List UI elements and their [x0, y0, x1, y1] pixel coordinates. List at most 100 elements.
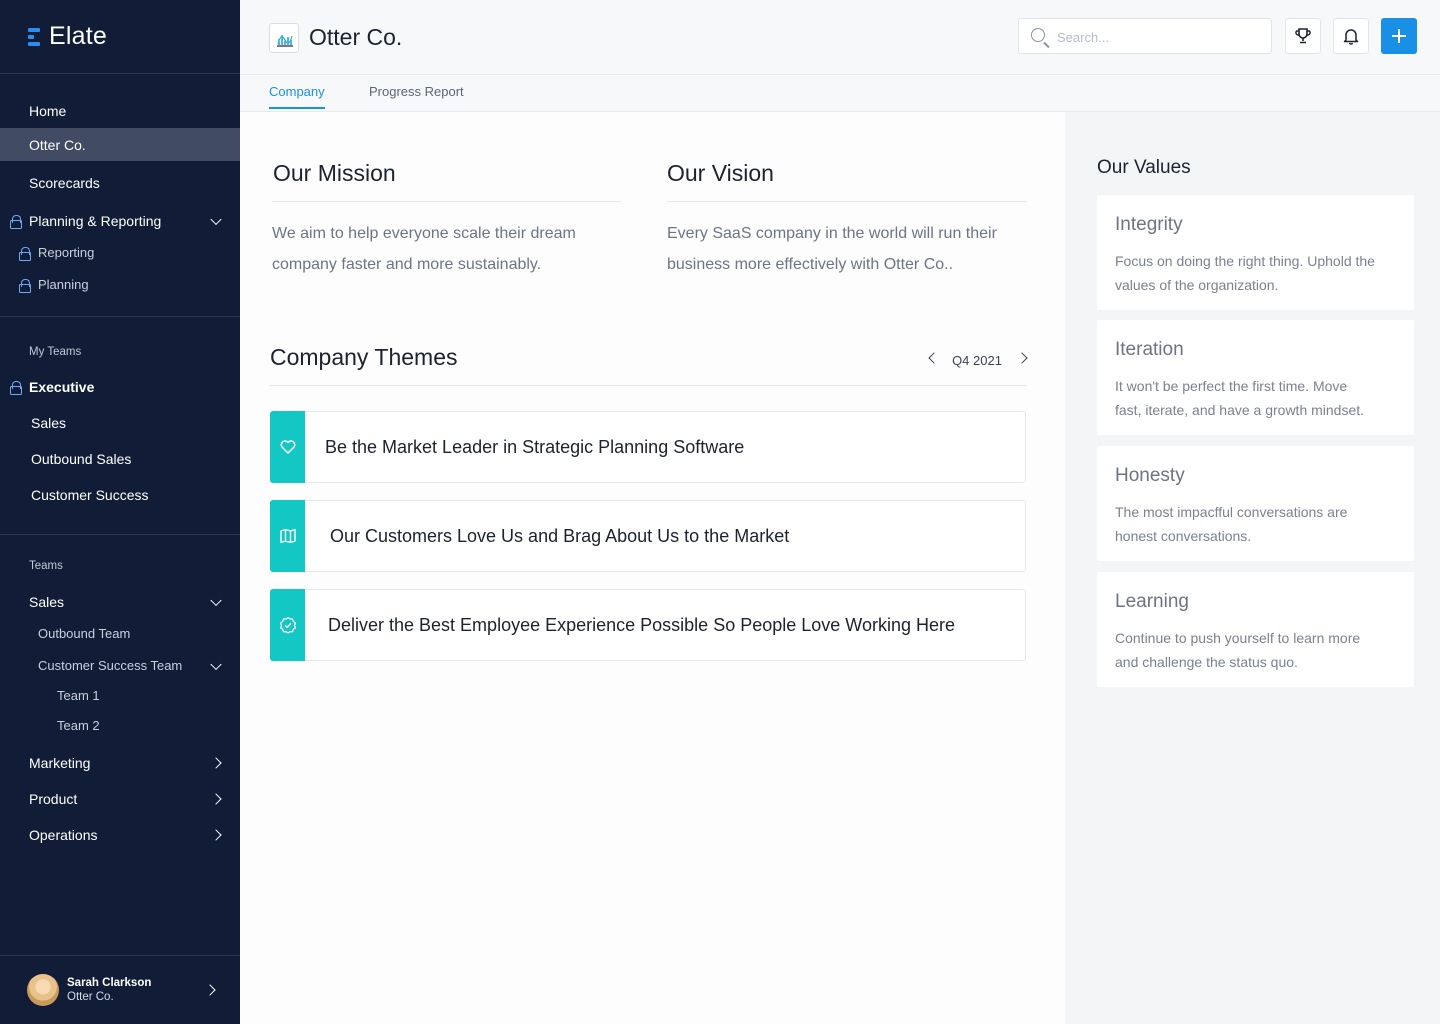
sidebar-item-marketing[interactable]: Marketing	[0, 746, 240, 779]
trophy-icon	[1295, 28, 1311, 44]
value-description: Continue to push yourself to learn more …	[1115, 626, 1400, 674]
chevron-down-icon[interactable]	[210, 213, 222, 225]
period-selector[interactable]: Q4 2021	[927, 350, 1027, 370]
brand-name: Elate	[49, 22, 107, 50]
chevron-right-icon[interactable]	[210, 792, 222, 805]
chevron-down-icon[interactable]	[210, 658, 222, 670]
theme-card[interactable]: Be the Market Leader in Strategic Planni…	[270, 411, 1026, 483]
tab-progress-report[interactable]: Progress Report	[369, 84, 464, 107]
chevron-right-icon[interactable]	[210, 756, 222, 769]
value-name: Iteration	[1115, 339, 1184, 360]
theme-icon-bar	[270, 589, 305, 661]
vision-text: Every SaaS company in the world will run…	[667, 218, 997, 280]
avatar	[27, 974, 59, 1006]
theme-text: Be the Market Leader in Strategic Planni…	[325, 437, 745, 457]
profile-org: Otter Co.	[67, 991, 114, 1003]
value-description: It won't be perfect the first time. Move…	[1115, 374, 1400, 422]
value-name: Honesty	[1115, 465, 1185, 486]
sidebar-divider	[0, 534, 240, 535]
values-title: Our Values	[1097, 157, 1191, 178]
lock-icon	[19, 278, 31, 293]
mission-line: We aim to help everyone scale their drea…	[272, 225, 576, 242]
sidebar-item-outbound-team[interactable]: Outbound Team	[0, 617, 240, 650]
value-card: Integrity Focus on doing the right thing…	[1097, 195, 1414, 310]
badge-check-icon	[279, 616, 296, 634]
sidebar-item-customer-success-team[interactable]: Customer Success Team	[0, 649, 240, 682]
sidebar-item-label: Sales	[31, 414, 67, 431]
sidebar-item-executive[interactable]: Executive	[0, 370, 240, 403]
page-title: Otter Co.	[309, 24, 403, 50]
add-button[interactable]	[1381, 18, 1417, 54]
top-header: Otter Co.	[240, 0, 1440, 75]
sidebar-item-product[interactable]: Product	[0, 782, 240, 815]
elate-logo-icon	[28, 27, 41, 46]
theme-text: Our Customers Love Us and Brag About Us …	[330, 526, 790, 546]
value-line: Continue to push yourself to learn more	[1115, 630, 1361, 646]
value-card: Honesty The most impacfful conversations…	[1097, 446, 1414, 561]
vision-rule	[667, 201, 1026, 202]
sidebar-item-reporting[interactable]: Reporting	[0, 236, 240, 269]
theme-card[interactable]: Our Customers Love Us and Brag About Us …	[270, 500, 1026, 572]
sidebar-item-teams-sales[interactable]: Sales	[0, 585, 240, 618]
sidebar: Elate Home Otter Co. Scorecards Planning…	[0, 0, 240, 1024]
value-line: and challenge the status quo.	[1115, 654, 1298, 670]
search-input[interactable]	[1057, 27, 1257, 47]
tab-bar: Company Progress Report	[240, 75, 1440, 112]
main-content: Our Mission We aim to help everyone scal…	[240, 112, 1065, 1024]
sidebar-divider	[0, 316, 240, 317]
sidebar-item-planning[interactable]: Planning	[0, 268, 240, 301]
org-logo-icon	[269, 23, 299, 53]
vision-line: business more effectively with Otter Co.…	[667, 256, 954, 273]
sidebar-item-customer-success[interactable]: Customer Success	[0, 478, 240, 511]
sidebar-item-home[interactable]: Home	[0, 94, 240, 127]
sidebar-item-label: Executive	[29, 378, 95, 395]
chevron-right-icon[interactable]	[210, 828, 222, 841]
profile-name: Sarah Clarkson	[67, 977, 152, 989]
sidebar-item-label: Outbound Sales	[31, 450, 132, 467]
sidebar-item-outbound-sales[interactable]: Outbound Sales	[0, 442, 240, 475]
vision-title: Our Vision	[667, 160, 774, 186]
lock-icon	[19, 246, 31, 261]
value-name: Learning	[1115, 591, 1189, 612]
map-icon	[279, 528, 296, 544]
value-line: values of the organization.	[1115, 277, 1279, 293]
sidebar-item-label: Team 1	[57, 688, 100, 703]
brand-logo[interactable]: Elate	[0, 0, 240, 74]
search-box[interactable]	[1018, 18, 1272, 54]
mission-line: company faster and more sustainably.	[272, 256, 542, 273]
sidebar-item-team-2[interactable]: Team 2	[0, 709, 240, 742]
chevron-right-icon[interactable]	[204, 984, 216, 996]
sidebar-item-label: Marketing	[29, 754, 91, 771]
mission-title: Our Mission	[273, 160, 396, 186]
sidebar-item-label: Customer Success Team	[38, 658, 183, 673]
sidebar-item-label: Customer Success	[31, 486, 149, 503]
tab-company[interactable]: Company	[269, 84, 325, 109]
sidebar-item-otter-co[interactable]: Otter Co.	[0, 128, 240, 161]
sidebar-item-operations[interactable]: Operations	[0, 818, 240, 851]
sidebar-item-label: Home	[29, 102, 67, 119]
sidebar-item-label: Sales	[29, 593, 65, 610]
themes-title: Company Themes	[270, 344, 458, 370]
sidebar-item-label: Reporting	[38, 245, 95, 260]
vision-line: Every SaaS company in the world will run…	[667, 225, 997, 242]
theme-icon-bar	[270, 411, 305, 483]
mission-text: We aim to help everyone scale their drea…	[272, 218, 576, 280]
heart-icon	[280, 440, 295, 454]
sidebar-item-team-1[interactable]: Team 1	[0, 679, 240, 712]
search-icon	[1031, 28, 1045, 42]
chevron-down-icon[interactable]	[210, 594, 222, 606]
value-line: honest conversations.	[1115, 528, 1252, 544]
value-card: Learning Continue to push yourself to le…	[1097, 572, 1414, 687]
theme-card[interactable]: Deliver the Best Employee Experience Pos…	[270, 589, 1026, 661]
sidebar-item-scorecards[interactable]: Scorecards	[0, 166, 240, 199]
value-card: Iteration It won't be perfect the first …	[1097, 320, 1414, 435]
themes-rule	[270, 385, 1026, 386]
value-line: fast, iterate, and have a growth mindset…	[1115, 402, 1365, 418]
notifications-button[interactable]	[1333, 18, 1369, 54]
sidebar-item-planning-reporting[interactable]: Planning & Reporting	[0, 204, 240, 237]
sidebar-item-sales[interactable]: Sales	[0, 406, 240, 439]
user-profile[interactable]: Sarah Clarkson Otter Co.	[0, 955, 240, 1024]
sidebar-item-label: Team 2	[57, 718, 100, 733]
sidebar-item-label: Otter Co.	[29, 136, 86, 153]
trophy-button[interactable]	[1285, 18, 1321, 54]
